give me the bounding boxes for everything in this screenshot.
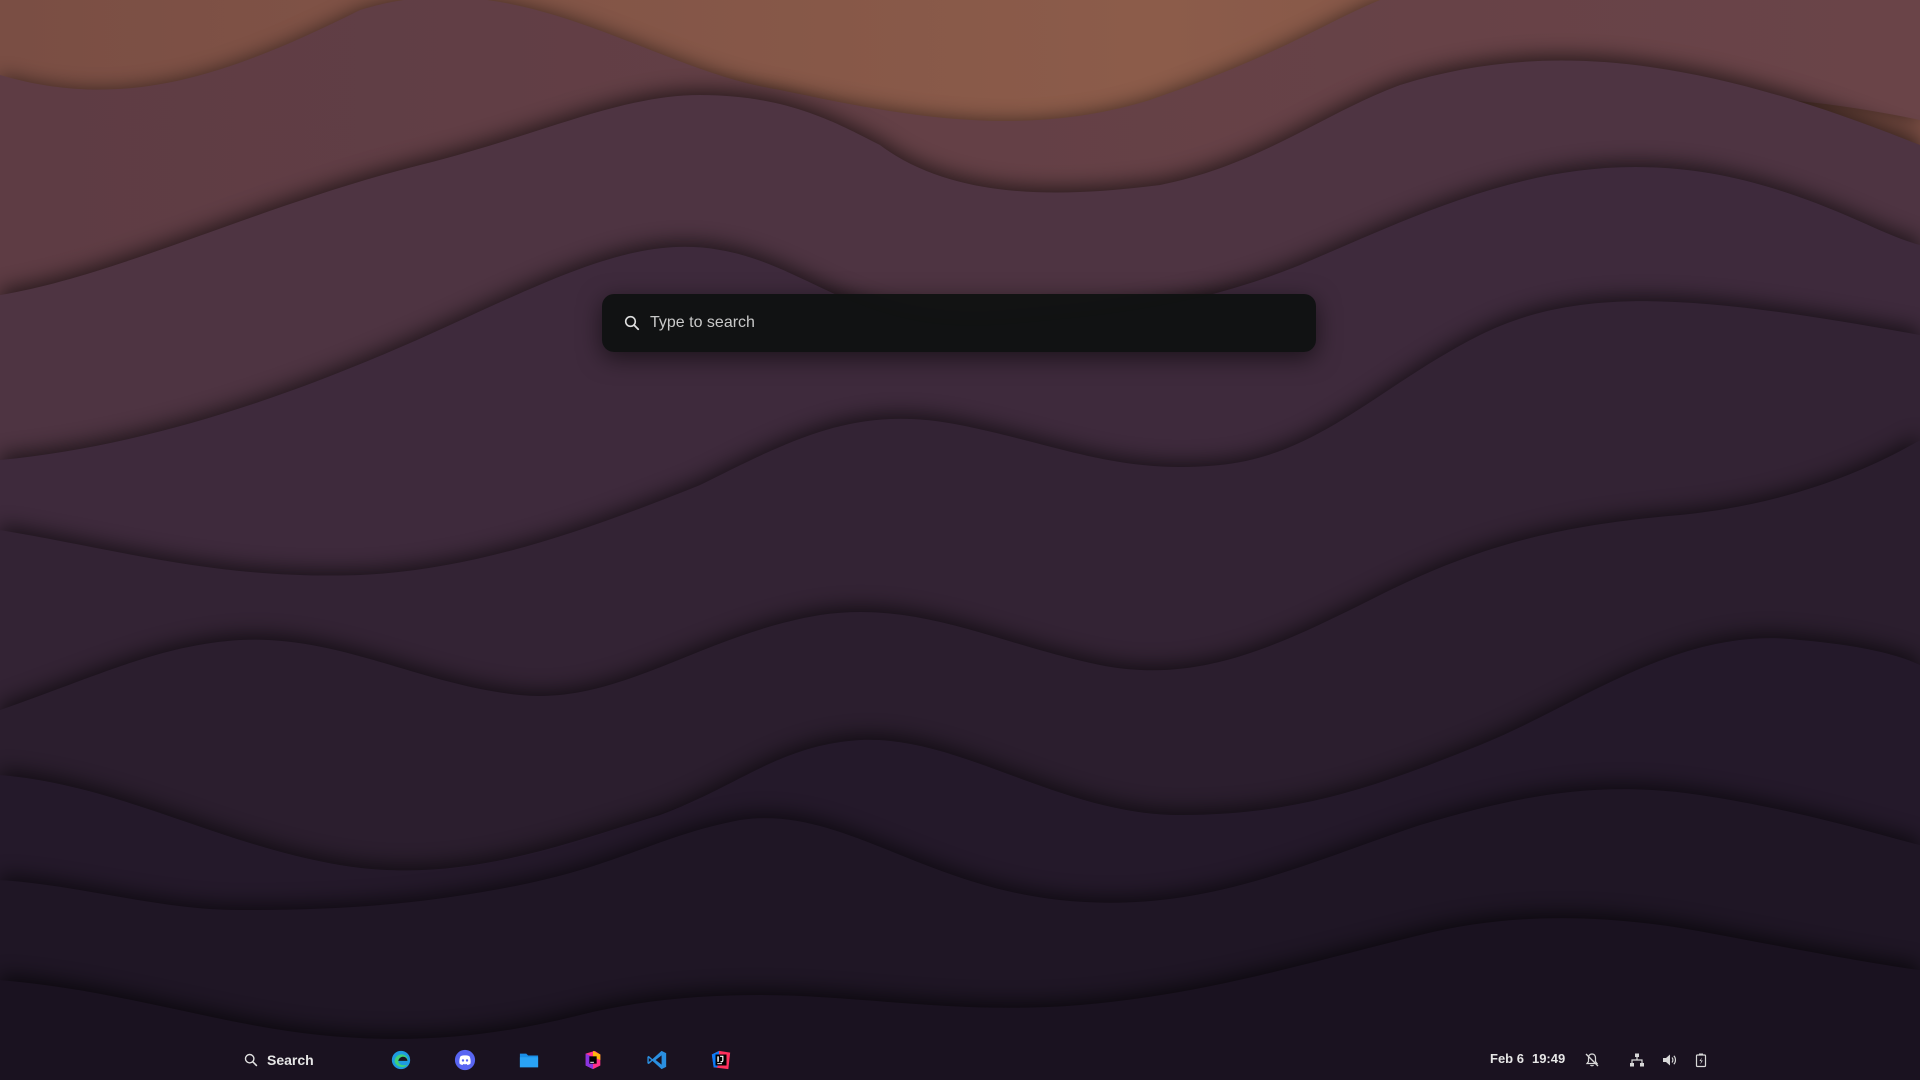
edge-icon [391,1050,411,1070]
taskbar-app-vscode[interactable] [643,1046,671,1074]
taskbar-app-intellij[interactable] [707,1046,735,1074]
notifications-off-icon [1585,1053,1599,1067]
jetbrains-toolbox-icon [585,1050,601,1070]
search-icon [622,313,642,333]
taskbar-search-button[interactable]: Search [244,1048,314,1072]
battery-button[interactable] [1691,1050,1711,1070]
taskbar-app-jetbrains-toolbox[interactable] [579,1046,607,1074]
time-label: 19:49 [1531,1051,1566,1066]
taskbar-app-edge[interactable] [387,1046,415,1074]
intellij-icon [711,1050,731,1070]
network-icon [1630,1053,1644,1067]
taskbar: Search Feb 6 19:49 [0,1040,1920,1080]
notifications-off-button[interactable] [1582,1050,1602,1070]
desktop: Search [0,0,1920,1080]
battery-icon [1695,1053,1707,1068]
folder-icon [519,1053,539,1068]
vscode-icon [647,1050,667,1070]
taskbar-search-label: Search [267,1052,314,1068]
discord-icon [454,1049,476,1071]
volume-icon [1663,1054,1677,1066]
clock[interactable]: Feb 6 19:49 [1490,1051,1565,1066]
network-button[interactable] [1627,1050,1647,1070]
volume-button[interactable] [1659,1050,1679,1070]
search-input[interactable] [650,303,1316,343]
taskbar-app-discord[interactable] [451,1046,479,1074]
date-label: Feb 6 [1490,1051,1524,1066]
wallpaper [0,0,1920,1080]
search-icon [244,1053,258,1067]
search-overlay[interactable] [602,294,1316,352]
taskbar-app-files[interactable] [515,1046,543,1074]
